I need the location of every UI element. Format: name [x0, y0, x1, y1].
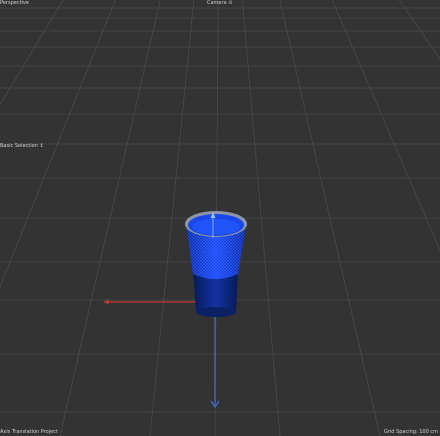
selected-cup-object[interactable]	[185, 211, 247, 317]
grid-spacing-status: Grid Spacing: 100 cm	[383, 429, 438, 435]
viewport-scene[interactable]	[0, 0, 440, 436]
status-left: Axis Translation Project	[0, 429, 58, 435]
selection-mode-dropdown[interactable]: Basic Selection ↕	[0, 143, 44, 150]
cup-bottom	[196, 307, 236, 317]
view-mode-label[interactable]: Perspective	[0, 0, 29, 7]
cup-liquid	[192, 219, 240, 235]
camera-label[interactable]: Camera ⊙	[207, 0, 232, 7]
3d-viewport[interactable]: Perspective Camera ⊙ Basic Selection ↕ A…	[0, 0, 440, 436]
